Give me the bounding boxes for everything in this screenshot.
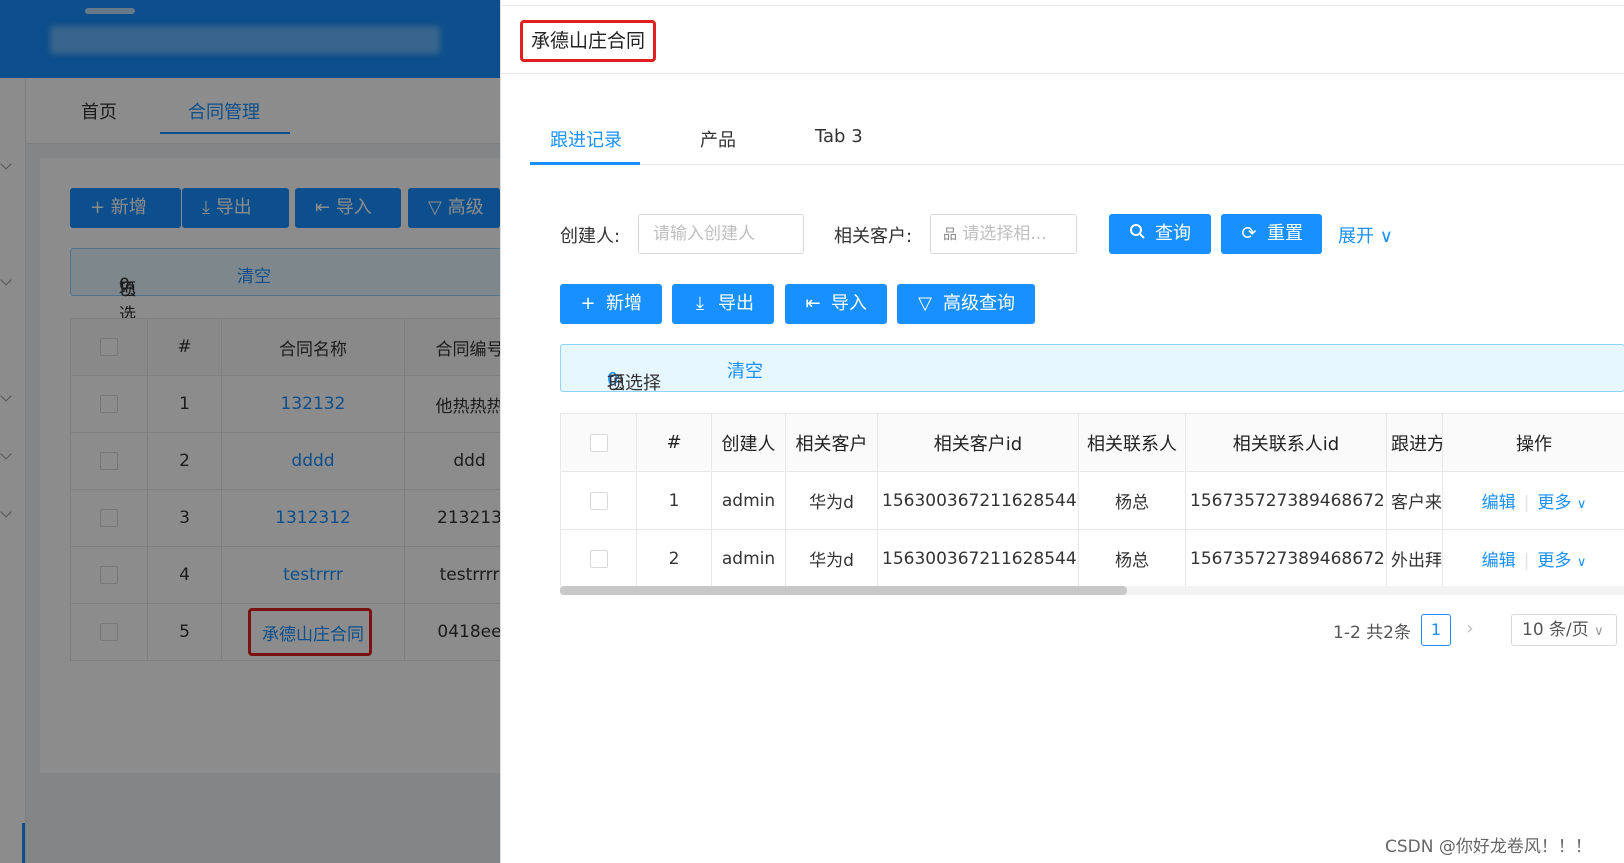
plus-icon: + — [580, 293, 596, 314]
table-row: 2 admin 华为d 1563003672116285442 杨总 15673… — [560, 529, 1624, 588]
page-1[interactable]: 1 — [1421, 614, 1451, 646]
prev-page-icon[interactable]: ‹ — [1387, 614, 1417, 646]
next-page-icon[interactable]: › — [1455, 614, 1485, 646]
reset-button[interactable]: ⟳ 重置 — [1221, 214, 1322, 254]
import-icon: ⇤ — [805, 293, 821, 314]
export-button[interactable]: ⤓ 导出 — [672, 284, 774, 324]
table-header: # 创建人 相关客户 相关客户id 相关联系人 相关联系人id 跟进方 操作 — [560, 413, 1624, 472]
chevron-down-icon: ∨ — [1576, 497, 1587, 512]
tab-3[interactable]: Tab 3 — [815, 126, 863, 147]
contract-detail-drawer: 承德山庄合同 跟进记录 产品 Tab 3 创建人: 请输入创建人 相关客户: 品… — [500, 0, 1624, 863]
customer-label: 相关客户: — [834, 226, 913, 247]
scrollbar-thumb[interactable] — [560, 586, 1127, 595]
row-checkbox[interactable] — [589, 549, 608, 568]
add-button[interactable]: + 新增 — [560, 284, 662, 324]
customer-select[interactable]: 品 请选择相... — [930, 214, 1077, 254]
filter-icon: ▽ — [918, 293, 932, 314]
search-icon — [1127, 214, 1147, 254]
drawer-header: 承德山庄合同 — [501, 5, 1624, 74]
advanced-query-button[interactable]: ▽ 高级查询 — [897, 284, 1035, 324]
horizontal-scrollbar[interactable] — [560, 586, 1624, 595]
import-button[interactable]: ⇤ 导入 — [785, 284, 887, 324]
drawer-title: 承德山庄合同 — [520, 20, 657, 62]
clear-selection-link[interactable]: 清空 — [727, 357, 763, 383]
active-tab-ink — [530, 162, 640, 165]
row-checkbox[interactable] — [589, 491, 608, 510]
creator-label: 创建人: — [560, 226, 621, 247]
drawer-mask[interactable] — [0, 0, 500, 863]
detail-tabs: 跟进记录 产品 Tab 3 — [530, 110, 1624, 165]
expand-toggle[interactable]: 展开 ∨ — [1338, 222, 1393, 248]
tab-follow-records[interactable]: 跟进记录 — [550, 126, 622, 152]
table-row: 1 admin 华为d 1563003672116285442 杨总 15673… — [560, 471, 1624, 530]
follow-records-table: # 创建人 相关客户 相关客户id 相关联系人 相关联系人id 跟进方 操作 1… — [560, 413, 1624, 588]
reload-icon: ⟳ — [1241, 223, 1257, 244]
chevron-down-icon: ∨ — [1594, 624, 1604, 639]
select-all-checkbox[interactable] — [589, 434, 608, 452]
selection-alert: 已选择 0项 清空 — [560, 344, 1624, 394]
download-icon: ⤓ — [696, 293, 704, 314]
edit-link[interactable]: 编辑 — [1482, 493, 1516, 513]
page-size-select[interactable]: 10 条/页 ∨ — [1511, 614, 1617, 646]
more-dropdown[interactable]: 更多 ∨ — [1537, 493, 1586, 513]
cluster-icon: 品 — [943, 227, 957, 243]
creator-input[interactable]: 请输入创建人 — [638, 214, 804, 254]
chevron-down-icon: ∨ — [1379, 226, 1393, 247]
more-dropdown[interactable]: 更多 ∨ — [1537, 551, 1586, 571]
chevron-down-icon: ∨ — [1576, 555, 1587, 570]
watermark: CSDN @你好龙卷风！！！ — [1385, 837, 1592, 857]
search-button[interactable]: 查询 — [1109, 214, 1211, 254]
edit-link[interactable]: 编辑 — [1482, 551, 1516, 571]
tab-products[interactable]: 产品 — [700, 126, 736, 152]
